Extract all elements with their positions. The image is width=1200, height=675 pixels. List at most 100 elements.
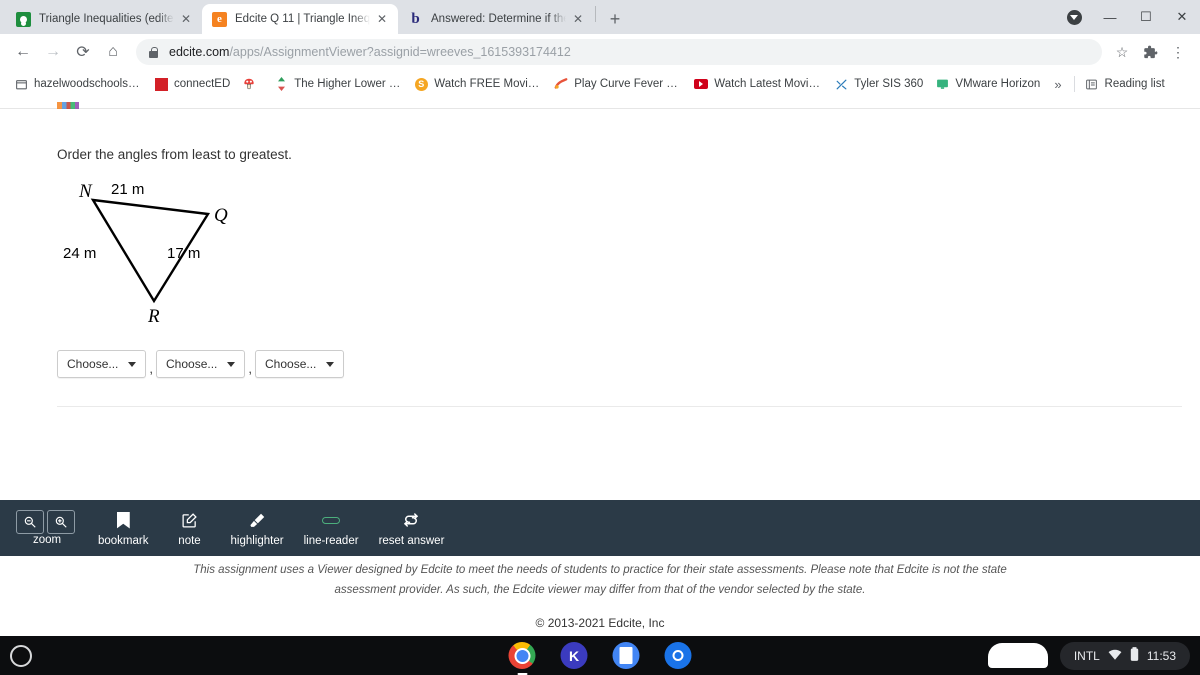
browser-tab-1[interactable]: Triangle Inequalities (edited) ✕: [6, 4, 202, 34]
wifi-icon: [1108, 649, 1122, 663]
bookmark-item-connected[interactable]: connectED: [148, 73, 236, 95]
arrows-icon: [274, 77, 288, 91]
vertex-label-Q: Q: [214, 205, 228, 226]
page-content: Order the angles from least to greatest.…: [0, 98, 1200, 636]
new-tab-button[interactable]: +: [601, 5, 629, 33]
back-button[interactable]: ←: [8, 37, 38, 67]
zoom-tool: zoom: [6, 500, 88, 556]
bookmark-label: Watch FREE Movie…: [434, 78, 543, 90]
edcite-toolbar: zoom bookmark note highlighter line-read…: [0, 500, 1200, 556]
url-path: /apps/AssignmentViewer?assignid=wreeves_…: [229, 45, 571, 59]
shelf-widget[interactable]: [987, 643, 1048, 668]
bookmark-label: The Higher Lower G…: [294, 78, 403, 90]
shelf-status-region: INTL 11:53: [987, 641, 1190, 670]
separator-comma: ,: [248, 360, 252, 376]
bartleby-icon: b: [411, 10, 420, 27]
highlighter-tool[interactable]: highlighter: [221, 500, 294, 556]
browser-toolbar: ← → ⟳ ⌂ edcite.com/apps/AssignmentViewer…: [0, 34, 1200, 70]
extensions-puzzle-icon[interactable]: [1136, 38, 1164, 66]
content-divider: [57, 406, 1182, 407]
bookmark-star-icon[interactable]: ☆: [1108, 38, 1136, 66]
reset-answer-tool-label: reset answer: [378, 535, 445, 547]
triangle-diagram: N Q R 21 m 24 m 17 m: [57, 180, 317, 330]
browser-window: Triangle Inequalities (edited) ✕ e Edcit…: [0, 0, 1200, 636]
edcite-footer: This assignment uses a Viewer designed b…: [0, 560, 1200, 630]
bookmark-label: Watch Latest Movie…: [714, 78, 823, 90]
google-classroom-icon: [16, 11, 31, 27]
s-circle-icon: S: [414, 77, 428, 91]
tab-title: Answered: Determine if the side l: [431, 13, 566, 25]
bookmarks-bar: hazelwoodschools.org bookmarks connectED…: [0, 70, 1200, 98]
chromeos-shelf: K INTL 11:53: [0, 636, 1200, 675]
bookmark-item-watch-free-movies[interactable]: S Watch FREE Movie…: [408, 73, 548, 95]
zoom-in-button[interactable]: [47, 510, 75, 534]
dropdown-2[interactable]: Choose...: [156, 350, 246, 378]
reload-button[interactable]: ⟳: [68, 37, 98, 67]
bookmarks-divider: [1073, 76, 1075, 92]
google-docs-icon[interactable]: [612, 642, 640, 669]
shelf-app-icons: K: [508, 642, 692, 675]
home-button[interactable]: ⌂: [98, 37, 128, 67]
edcite-logo: [0, 98, 1200, 109]
line-reader-tool[interactable]: line-reader: [294, 500, 369, 556]
dropdown-1[interactable]: Choose...: [57, 350, 147, 378]
download-complete-icon[interactable]: [1056, 0, 1092, 34]
footer-disclaimer: This assignment uses a Viewer designed b…: [193, 564, 1007, 597]
tab-close-icon[interactable]: ✕: [570, 11, 586, 27]
triangle-svg: N Q R 21 m 24 m 17 m: [63, 181, 228, 327]
reading-list-button[interactable]: Reading list: [1079, 73, 1171, 95]
line-reader-tool-label: line-reader: [303, 535, 359, 547]
forward-button[interactable]: →: [38, 37, 68, 67]
separator-comma: ,: [149, 360, 153, 376]
bookmark-item-mushroom[interactable]: [236, 73, 268, 95]
kami-icon[interactable]: K: [560, 642, 588, 669]
bookmark-item-hazelwood[interactable]: hazelwoodschools.org bookmarks: [8, 73, 148, 95]
bookmark-item-curve-fever[interactable]: Play Curve Fever Pr…: [548, 73, 688, 95]
tab-close-icon[interactable]: ✕: [374, 11, 390, 27]
battery-icon: [1130, 647, 1139, 664]
browser-tab-2[interactable]: e Edcite Q 11 | Triangle Inequalitie ✕: [202, 4, 398, 34]
maximize-button[interactable]: ☐: [1128, 0, 1164, 34]
launcher-icon[interactable]: [10, 644, 32, 667]
vmware-monitor-icon: [935, 77, 949, 91]
bookmark-label: Tyler SIS 360: [854, 78, 924, 90]
dropdown-3[interactable]: Choose...: [255, 350, 345, 378]
line-reader-icon: [322, 509, 341, 531]
bookmark-tool[interactable]: bookmark: [88, 500, 159, 556]
reading-list-label: Reading list: [1104, 78, 1165, 90]
bookmark-item-higher-lower[interactable]: The Higher Lower G…: [268, 73, 408, 95]
mushroom-icon: [242, 77, 256, 91]
video-icon: [694, 77, 709, 91]
bookmark-item-tyler-sis[interactable]: Tyler SIS 360: [828, 73, 929, 95]
close-button[interactable]: ✕: [1164, 0, 1200, 34]
url-text: edcite.com/apps/AssignmentViewer?assigni…: [169, 45, 571, 59]
address-bar[interactable]: edcite.com/apps/AssignmentViewer?assigni…: [136, 39, 1102, 65]
folder-icon: [14, 77, 28, 91]
tab-close-icon[interactable]: ✕: [178, 11, 194, 27]
question-prompt: Order the angles from least to greatest.: [57, 147, 292, 162]
side-label-17m: 17 m: [167, 245, 200, 262]
note-tool[interactable]: note: [159, 500, 221, 556]
bookmark-tool-label: bookmark: [98, 535, 149, 547]
network-label: INTL: [1073, 648, 1100, 663]
status-area[interactable]: INTL 11:53: [1059, 641, 1190, 670]
bookmark-label: Play Curve Fever Pr…: [574, 78, 683, 90]
vertex-label-R: R: [147, 306, 160, 327]
chrome-menu-icon[interactable]: ⋮: [1164, 38, 1192, 66]
reading-list-icon: [1085, 77, 1099, 91]
mcgraw-hill-icon: [154, 77, 168, 91]
camera-icon[interactable]: [664, 642, 692, 669]
side-label-21m: 21 m: [111, 181, 144, 198]
chrome-icon[interactable]: [508, 642, 536, 675]
bookmark-item-vmware-horizon[interactable]: VMware Horizon: [929, 73, 1046, 95]
reset-answer-tool[interactable]: reset answer: [369, 500, 455, 556]
browser-tab-3[interactable]: b Answered: Determine if the side l ✕: [398, 4, 594, 34]
bookmark-item-watch-latest-movies[interactable]: Watch Latest Movie…: [688, 73, 828, 95]
dropdown-2-value: Choose...: [166, 357, 218, 371]
dropdown-3-value: Choose...: [265, 357, 317, 371]
bookmarks-overflow-button[interactable]: »: [1046, 77, 1069, 92]
clock-time: 11:53: [1146, 648, 1176, 663]
answer-dropdowns: Choose... , Choose... , Choose...: [57, 350, 1200, 378]
minimize-button[interactable]: —: [1092, 0, 1128, 34]
zoom-out-button[interactable]: [16, 510, 44, 534]
